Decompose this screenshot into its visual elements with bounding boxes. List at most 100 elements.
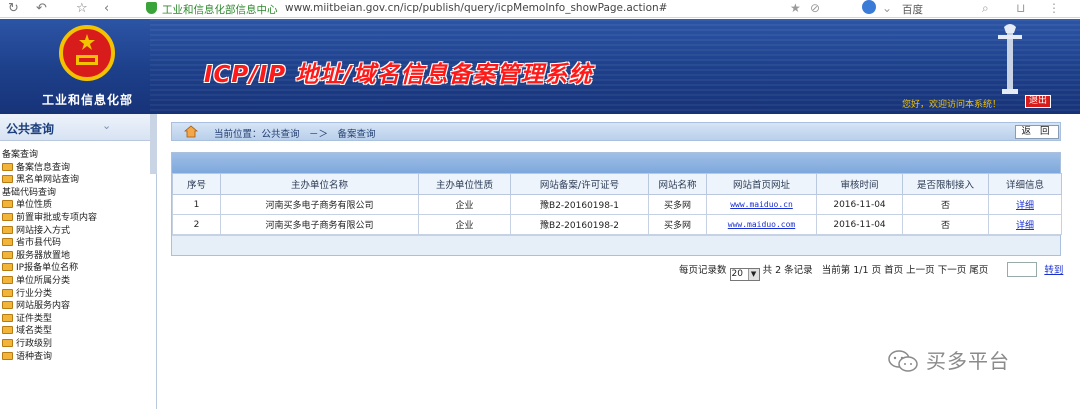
panel-footer-bar	[172, 235, 1060, 255]
detail-link[interactable]: 详细	[1016, 201, 1034, 211]
logout-button[interactable]: 退出	[1025, 95, 1051, 108]
total-records: 共 2 条记录	[762, 265, 813, 276]
dropdown-arrow-icon: ▼	[747, 269, 759, 280]
homepage-url-link[interactable]: www.maiduo.com	[728, 220, 795, 229]
folder-icon	[2, 351, 13, 360]
sidebar-item[interactable]: IP报备单位名称	[0, 262, 156, 275]
goto-link[interactable]: 转到	[1044, 265, 1063, 276]
refresh-icon[interactable]: ↻	[8, 1, 19, 16]
column-header: 是否限制接入	[902, 173, 989, 195]
results-panel: 序号 主办单位名称 主办单位性质 网站备案/许可证号 网站名称 网站首页网址 审…	[171, 152, 1062, 256]
sidebar-item[interactable]: 证件类型	[0, 313, 156, 326]
sidebar-title: 公共查询	[6, 122, 55, 136]
per-page-select[interactable]: 20 ▼	[729, 268, 760, 281]
sidebar-item[interactable]: 单位性质	[0, 199, 156, 212]
folder-icon	[2, 238, 13, 247]
first-page-link[interactable]: 首页	[884, 265, 903, 276]
sidebar-item[interactable]: 省市县代码	[0, 237, 156, 250]
column-header: 详细信息	[988, 173, 1062, 195]
sidebar-scrollbar[interactable]	[150, 114, 157, 174]
table-row: 2 河南买多电子商务有限公司 企业 豫B2-20160198-2 买多网 www…	[172, 214, 1062, 235]
chevron-down-icon[interactable]: ⌄	[882, 1, 892, 15]
column-header: 主办单位性质	[418, 173, 511, 195]
extension-icon[interactable]: ⊘	[810, 1, 820, 15]
breadcrumb: 当前位置：公共查询 －＞ 备案查询 返 回	[171, 122, 1061, 141]
sidebar-item[interactable]: 网站服务内容	[0, 300, 156, 313]
bookmark-star-icon[interactable]: ★	[790, 1, 801, 15]
review-date: 2016-11-04	[816, 214, 903, 235]
detail-cell: 详细	[988, 194, 1062, 215]
sidebar-item[interactable]: 域名类型	[0, 325, 156, 338]
homepage-url-link[interactable]: www.maiduo.cn	[730, 200, 793, 209]
sidebar-item[interactable]: 前置审批或专项内容	[0, 212, 156, 225]
undo-icon[interactable]: ↶	[36, 1, 47, 16]
org-nature: 企业	[418, 194, 511, 215]
menu-icon[interactable]: ⋮	[1048, 1, 1060, 15]
folder-icon	[2, 301, 13, 310]
prev-page-link[interactable]: 上一页	[906, 265, 935, 276]
site-name: 买多网	[648, 214, 707, 235]
watermark-text: 买多平台	[926, 349, 1010, 373]
sidebar-item[interactable]: 网站接入方式	[0, 225, 156, 238]
secure-shield-icon	[146, 2, 157, 14]
folder-icon	[2, 225, 13, 234]
homepage-url-cell: www.maiduo.cn	[706, 194, 817, 215]
sidebar-item[interactable]: 行业分类	[0, 288, 156, 301]
table-header-row: 序号 主办单位名称 主办单位性质 网站备案/许可证号 网站名称 网站首页网址 审…	[172, 173, 1062, 195]
sidebar: 公共查询 ⌄ 备案查询 备案信息查询 黑名单网站查询 基础代码查询 单位性质 前…	[0, 114, 157, 409]
cart-icon[interactable]: ⊔	[1016, 1, 1025, 15]
page-number-input[interactable]	[1007, 262, 1038, 277]
license-number: 豫B2-20160198-2	[510, 214, 649, 235]
org-name: 河南买多电子商务有限公司	[220, 194, 419, 215]
license-number: 豫B2-20160198-1	[510, 194, 649, 215]
back-button[interactable]: 返 回	[1015, 125, 1059, 139]
restricted-access: 否	[902, 214, 989, 235]
address-bar-url[interactable]: www.miitbeian.gov.cn/icp/publish/query/i…	[285, 2, 667, 14]
next-page-link[interactable]: 下一页	[938, 265, 967, 276]
review-date: 2016-11-04	[816, 194, 903, 215]
sidebar-group-label: 备案查询	[2, 150, 39, 160]
folder-icon	[2, 212, 13, 221]
browser-toolbar: ↻ ↶ ☆ ‹ 工业和信息化部信息中心 www.miitbeian.gov.cn…	[0, 0, 1080, 18]
sidebar-item[interactable]: 单位所属分类	[0, 275, 156, 288]
results-table: 序号 主办单位名称 主办单位性质 网站备案/许可证号 网站名称 网站首页网址 审…	[172, 173, 1062, 235]
last-page-link[interactable]: 尾页	[969, 265, 988, 276]
column-header: 网站备案/许可证号	[510, 173, 649, 195]
detail-link[interactable]: 详细	[1016, 221, 1034, 231]
org-name: 河南买多电子商务有限公司	[220, 214, 419, 235]
site-name: 工业和信息化部信息中心	[162, 4, 278, 16]
search-engine-icon[interactable]	[862, 0, 876, 14]
column-header: 审核时间	[816, 173, 903, 195]
sidebar-group-label: 基础代码查询	[2, 187, 57, 198]
sidebar-header[interactable]: 公共查询 ⌄	[0, 114, 156, 141]
collapse-chevron-icon[interactable]: ⌄	[102, 119, 111, 132]
sidebar-item-blacklist[interactable]: 黑名单网站查询	[0, 174, 156, 187]
search-engine-name[interactable]: 百度	[902, 2, 923, 17]
welcome-message: 您好，欢迎访问本系统！	[902, 100, 1002, 110]
folder-icon	[2, 288, 13, 297]
home-icon	[184, 125, 198, 138]
sidebar-item[interactable]: 行政级别	[0, 338, 156, 351]
table-row: 1 河南买多电子商务有限公司 企业 豫B2-20160198-1 买多网 www…	[172, 194, 1062, 215]
row-number: 2	[172, 214, 221, 235]
panel-header-bar	[172, 153, 1060, 173]
sidebar-item[interactable]: 语种查询	[0, 351, 156, 364]
site-header: 工业和信息化部 ICP/IP 地址/域名信息备案管理系统 您好，欢迎访问本系统！…	[0, 19, 1080, 114]
folder-icon	[2, 338, 13, 347]
folder-icon	[2, 313, 13, 322]
row-number: 1	[172, 194, 221, 215]
system-title: ICP/IP 地址/域名信息备案管理系统	[204, 62, 593, 88]
column-header: 序号	[172, 173, 221, 195]
sidebar-item-record-query[interactable]: 备案信息查询	[0, 162, 156, 175]
folder-icon	[2, 250, 13, 259]
folder-icon	[2, 263, 13, 272]
back-arrow-icon[interactable]: ‹	[104, 1, 109, 16]
per-page-label: 每页记录数	[679, 265, 727, 276]
folder-icon	[2, 175, 13, 184]
sidebar-item[interactable]: 服务器放置地	[0, 250, 156, 263]
sidebar-menu: 备案查询 备案信息查询 黑名单网站查询 基础代码查询 单位性质 前置审批或专项内…	[0, 141, 156, 363]
current-page: 当前第 1/1 页	[821, 265, 882, 276]
star-icon[interactable]: ☆	[76, 1, 88, 16]
ministry-name: 工业和信息化部	[42, 93, 134, 107]
search-icon[interactable]: ⌕	[982, 1, 989, 16]
